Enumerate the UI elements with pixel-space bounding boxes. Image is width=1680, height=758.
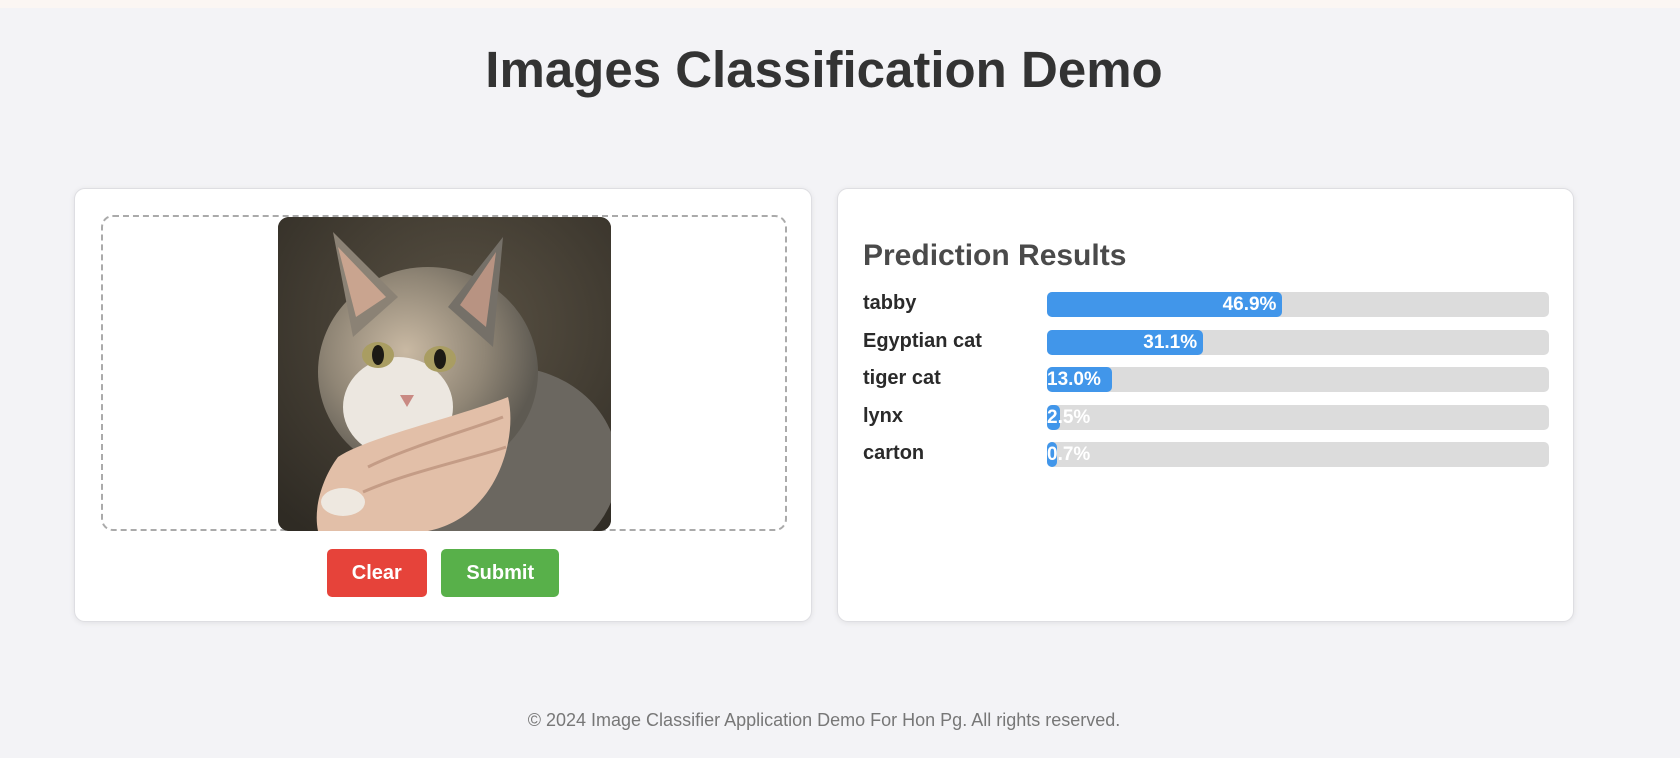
submit-button[interactable]: Submit	[441, 549, 560, 597]
prediction-list: tabby 46.9% Egyptian cat 31.1% tiger cat…	[863, 290, 1549, 478]
prediction-percent: 13.0%	[1047, 369, 1101, 390]
prediction-label: tabby	[863, 292, 917, 314]
uploaded-kitten-photo	[278, 217, 611, 531]
prediction-bar-track: 0.7%	[1047, 442, 1549, 467]
results-card: Prediction Results tabby 46.9% Egyptian …	[837, 188, 1574, 622]
prediction-label: lynx	[863, 404, 904, 427]
prediction-row: lynx 2.5%	[863, 403, 1549, 441]
upload-card: Clear Submit	[74, 188, 812, 622]
prediction-row: Egyptian cat 31.1%	[863, 328, 1549, 366]
prediction-bar-track: 2.5%	[1047, 404, 1549, 430]
prediction-percent: 0.7%	[1047, 444, 1091, 465]
prediction-percent: 2.5%	[1047, 406, 1091, 428]
prediction-label: tiger cat	[863, 367, 941, 389]
action-buttons: Clear Submit	[75, 549, 811, 597]
prediction-bar-track: 46.9%	[1047, 292, 1549, 317]
prediction-row: carton 0.7%	[863, 440, 1549, 478]
kitten-image	[278, 217, 611, 531]
prediction-label: Egyptian cat	[863, 329, 982, 352]
prediction-row: tabby 46.9%	[863, 290, 1549, 328]
prediction-row: tiger cat 13.0%	[863, 365, 1549, 403]
prediction-percent: 31.1%	[1143, 331, 1198, 353]
clear-button[interactable]: Clear	[326, 549, 427, 597]
footer-copyright: © 2024 Image Classifier Application Demo…	[527, 710, 1121, 730]
page-title: Images Classification Demo	[485, 41, 1163, 98]
top-strip	[0, 0, 1680, 8]
prediction-bar-track: 31.1%	[1047, 329, 1549, 355]
image-dropzone[interactable]	[101, 215, 787, 531]
prediction-percent: 46.9%	[1222, 294, 1277, 315]
prediction-bar-track: 13.0%	[1047, 367, 1549, 392]
results-heading: Prediction Results	[863, 239, 1127, 272]
prediction-label: carton	[863, 442, 925, 464]
